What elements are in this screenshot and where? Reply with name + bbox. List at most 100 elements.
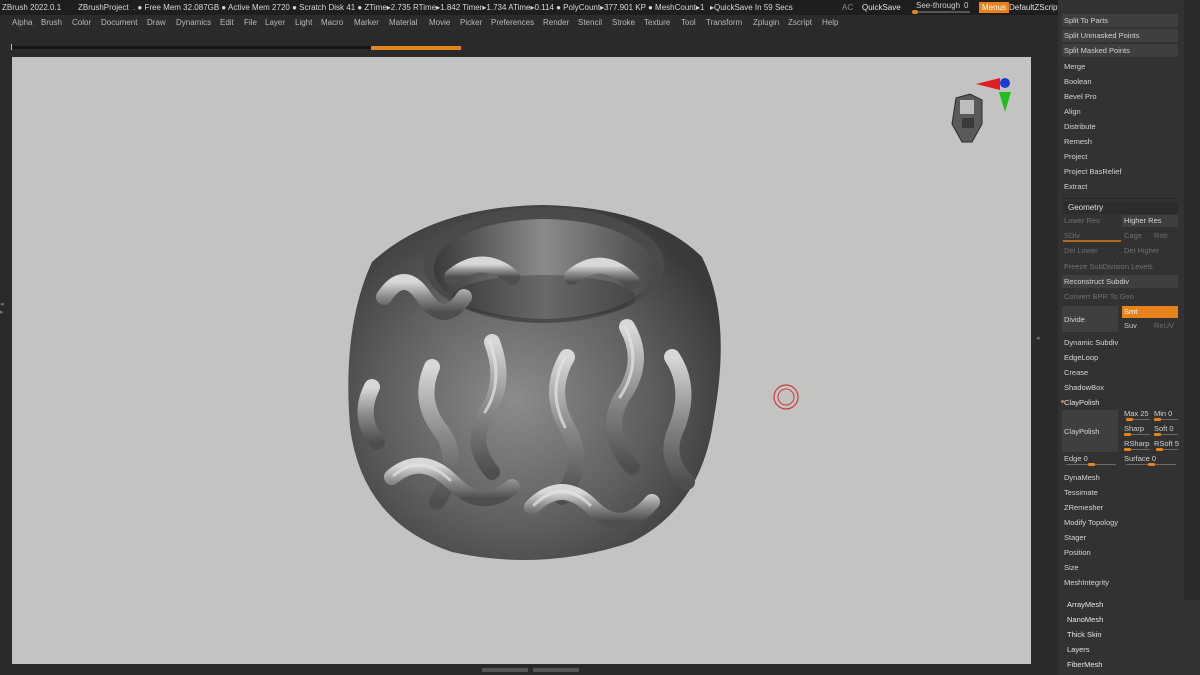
smt-toggle[interactable]: Smt	[1122, 306, 1178, 318]
layers-menu[interactable]: Layers	[1065, 643, 1181, 656]
ring-model[interactable]	[12, 57, 1031, 664]
max-knob[interactable]	[1126, 418, 1133, 421]
menu-layer[interactable]: Layer	[265, 15, 285, 31]
quicksave-button[interactable]: QuickSave	[862, 0, 901, 15]
menu-draw[interactable]: Draw	[147, 15, 166, 31]
dynamic-subdiv-menu[interactable]: Dynamic Subdiv	[1062, 336, 1178, 349]
crease-menu[interactable]: Crease	[1062, 366, 1178, 379]
surface-knob[interactable]	[1148, 463, 1155, 466]
edge-knob[interactable]	[1088, 463, 1095, 466]
del-higher-button[interactable]: Del Higher	[1122, 245, 1178, 257]
size-menu[interactable]: Size	[1062, 561, 1178, 574]
menu-material[interactable]: Material	[389, 15, 417, 31]
menu-alpha[interactable]: Alpha	[12, 15, 32, 31]
z-axis-icon	[1000, 78, 1010, 88]
rsharp-slider[interactable]: RSharp	[1124, 439, 1152, 451]
fibermesh-menu[interactable]: FiberMesh	[1065, 658, 1181, 671]
boolean-menu[interactable]: Boolean	[1062, 75, 1178, 88]
menu-movie[interactable]: Movie	[429, 15, 450, 31]
menu-brush[interactable]: Brush	[41, 15, 62, 31]
split-masked-points-button[interactable]: Split Masked Points	[1062, 44, 1178, 57]
soft-slider[interactable]: Soft 0	[1154, 424, 1180, 436]
project-menu[interactable]: Project	[1062, 150, 1178, 163]
cage-button[interactable]: Cage	[1122, 230, 1150, 242]
see-through-knob[interactable]	[912, 10, 918, 14]
rstr-button[interactable]: Rstr	[1152, 230, 1178, 242]
soft-knob[interactable]	[1154, 433, 1161, 436]
surface-slider[interactable]: Surface 0	[1124, 454, 1180, 466]
edge-slider[interactable]: Edge 0	[1064, 454, 1120, 466]
claypolish-button[interactable]: ClayPolish	[1062, 410, 1118, 452]
menu-stencil[interactable]: Stencil	[578, 15, 602, 31]
menu-transform[interactable]: Transform	[706, 15, 742, 31]
navigation-gizmo[interactable]	[944, 72, 1016, 148]
lower-res-button[interactable]: Lower Res	[1062, 215, 1118, 227]
menu-preferences[interactable]: Preferences	[491, 15, 534, 31]
nanomesh-menu[interactable]: NanoMesh	[1065, 613, 1181, 626]
palette-scrollbar[interactable]	[1184, 0, 1200, 600]
dynamesh-menu[interactable]: DynaMesh	[1062, 471, 1178, 484]
menu-file[interactable]: File	[244, 15, 257, 31]
reuv-toggle[interactable]: ReUV	[1152, 320, 1178, 332]
menu-dynamics[interactable]: Dynamics	[176, 15, 211, 31]
ac-button[interactable]: AC	[842, 0, 853, 15]
rsoft-slider[interactable]: RSoft 5	[1154, 439, 1180, 451]
meshintegrity-menu[interactable]: MeshIntegrity	[1062, 576, 1178, 589]
thick-skin-menu[interactable]: Thick Skin	[1065, 628, 1181, 641]
bottom-shelf-handle-2[interactable]	[533, 668, 579, 672]
project-basrelief-menu[interactable]: Project BasRelief	[1062, 165, 1178, 178]
menu-tool[interactable]: Tool	[681, 15, 696, 31]
geometry-header[interactable]: Geometry	[1062, 202, 1178, 214]
see-through-slider[interactable]: See-through 0	[912, 0, 972, 15]
rsoft-knob[interactable]	[1156, 448, 1163, 451]
del-lower-button[interactable]: Del Lower	[1062, 245, 1118, 257]
tessimate-menu[interactable]: Tessimate	[1062, 486, 1178, 499]
convert-bpr-button[interactable]: Convert BPR To Geo	[1062, 290, 1178, 303]
merge-menu[interactable]: Merge	[1062, 60, 1178, 73]
bevel-pro-menu[interactable]: Bevel Pro	[1062, 90, 1178, 103]
extract-menu[interactable]: Extract	[1062, 180, 1178, 193]
arraymesh-menu[interactable]: ArrayMesh	[1065, 598, 1181, 611]
menu-help[interactable]: Help	[822, 15, 838, 31]
rsharp-knob[interactable]	[1124, 448, 1131, 451]
min-knob[interactable]	[1154, 418, 1161, 421]
distribute-menu[interactable]: Distribute	[1062, 120, 1178, 133]
menu-texture[interactable]: Texture	[644, 15, 670, 31]
menu-stroke[interactable]: Stroke	[612, 15, 635, 31]
left-edge-handle[interactable]: ◂ ▸	[0, 300, 4, 316]
divide-button[interactable]: Divide	[1062, 306, 1118, 332]
menu-marker[interactable]: Marker	[354, 15, 379, 31]
split-unmasked-points-button[interactable]: Split Unmasked Points	[1062, 29, 1178, 42]
align-menu[interactable]: Align	[1062, 105, 1178, 118]
menu-macro[interactable]: Macro	[321, 15, 343, 31]
sharp-knob[interactable]	[1124, 433, 1131, 436]
menu-edit[interactable]: Edit	[220, 15, 234, 31]
default-zscript-button[interactable]: DefaultZScript	[1009, 0, 1060, 15]
min-slider[interactable]: Min 0	[1154, 409, 1180, 421]
zremesher-menu[interactable]: ZRemesher	[1062, 501, 1178, 514]
menus-toggle-button[interactable]: Menus	[979, 2, 1010, 13]
split-to-parts-button[interactable]: Split To Parts	[1062, 14, 1178, 27]
menu-color[interactable]: Color	[72, 15, 91, 31]
menu-render[interactable]: Render	[543, 15, 569, 31]
claypolish-menu[interactable]: ClayPolish	[1062, 396, 1178, 409]
sharp-slider[interactable]: Sharp	[1124, 424, 1152, 436]
modify-topology-menu[interactable]: Modify Topology	[1062, 516, 1178, 529]
right-edge-handle[interactable]: ◂	[1036, 334, 1040, 342]
shadowbox-menu[interactable]: ShadowBox	[1062, 381, 1178, 394]
menu-zscript[interactable]: Zscript	[788, 15, 812, 31]
reconstruct-subdiv-button[interactable]: Reconstruct Subdiv	[1062, 275, 1178, 288]
remesh-menu[interactable]: Remesh	[1062, 135, 1178, 148]
stager-menu[interactable]: Stager	[1062, 531, 1178, 544]
higher-res-button[interactable]: Higher Res	[1122, 215, 1178, 227]
menu-document[interactable]: Document	[101, 15, 137, 31]
position-menu[interactable]: Position	[1062, 546, 1178, 559]
menu-zplugin[interactable]: Zplugin	[753, 15, 779, 31]
menu-light[interactable]: Light	[295, 15, 312, 31]
edgeloop-menu[interactable]: EdgeLoop	[1062, 351, 1178, 364]
menu-picker[interactable]: Picker	[460, 15, 482, 31]
bottom-shelf-handle[interactable]	[482, 668, 528, 672]
canvas-viewport[interactable]	[12, 57, 1031, 664]
max-slider[interactable]: Max 25	[1124, 409, 1152, 421]
freeze-subdivision-button[interactable]: Freeze SubDivision Levels	[1062, 260, 1178, 273]
